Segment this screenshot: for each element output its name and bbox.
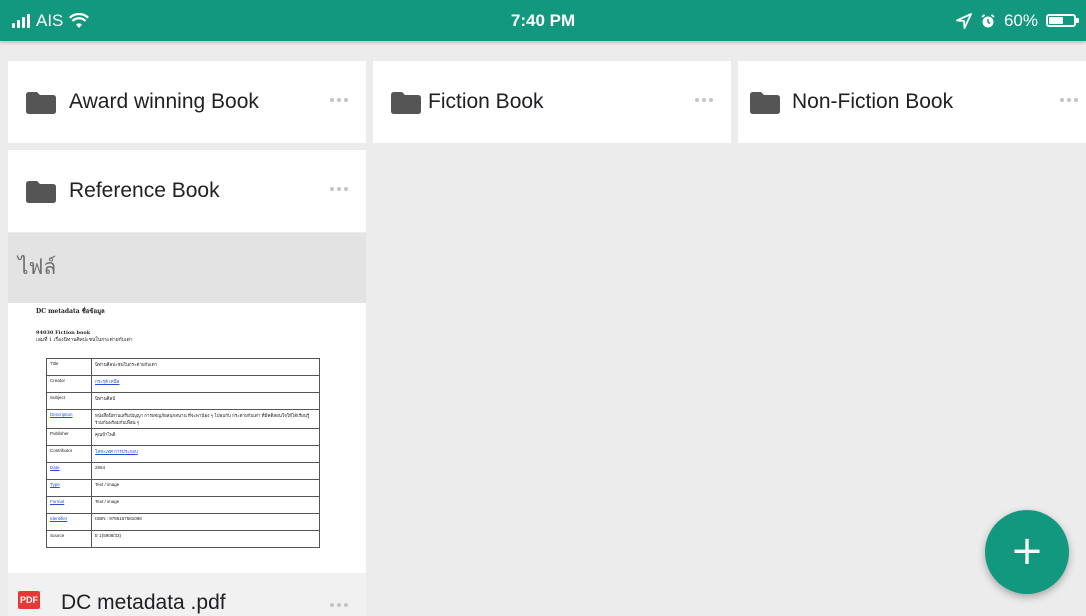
preview-row-value: 2554 [91, 462, 320, 480]
preview-row-key: Subject [46, 392, 92, 410]
preview-row-value: คุณป้าไพลิ [91, 428, 320, 446]
alarm-icon [981, 13, 995, 27]
file-name: DC metadata .pdf [61, 591, 226, 614]
preview-row-value: นิทานศิลป์ [91, 392, 320, 410]
preview-row-value: E 1(5908/33) [91, 530, 320, 548]
folder-label: Reference Book [69, 179, 220, 202]
preview-row: Description หนังสือนิทานเสริมปัญญา การผจญ… [46, 409, 320, 429]
folder-icon [391, 92, 421, 114]
plus-icon: + [1010, 528, 1044, 574]
folder-card-non-fiction[interactable]: Non-Fiction Book [738, 61, 1086, 143]
status-time: 7:40 PM [510, 11, 576, 30]
folder-label: Fiction Book [428, 90, 544, 113]
preview-row-key: Format [46, 496, 92, 514]
folder-label: Award winning Book [69, 90, 259, 113]
preview-row: Source E 1(5908/33) [46, 530, 320, 548]
preview-row-key: Type [46, 479, 92, 497]
more-options-icon[interactable] [695, 98, 713, 102]
pdf-icon: PDF [18, 591, 40, 609]
preview-row-key: Title [46, 358, 92, 376]
more-options-icon[interactable] [330, 603, 348, 607]
preview-row: Date 2554 [46, 462, 320, 480]
preview-row-key: Description [46, 409, 92, 429]
status-bar: AIS 7:40 PM 60% [0, 0, 1086, 41]
preview-row-value: Text / image [91, 479, 320, 497]
battery-icon [1046, 14, 1079, 27]
preview-row-value: กระรุต้ เหนือ [91, 375, 320, 393]
preview-row-key: Publisher [46, 428, 92, 446]
folder-card-reference[interactable]: Reference Book [8, 150, 366, 232]
folder-card-fiction[interactable]: Fiction Book [373, 61, 731, 143]
file-thumbnail: DC metadata ชื่อข้อมูล 94030 Fiction boo… [8, 303, 366, 573]
folder-icon [750, 92, 780, 114]
folder-icon [26, 92, 56, 114]
preview-row-value: นิทานศิลปะชนในกระต่ายกับเต่า [91, 358, 320, 376]
preview-row-value: Text / image [91, 496, 320, 514]
preview-row: Creator กระรุต้ เหนือ [46, 375, 320, 393]
preview-row: Type Text / image [46, 479, 320, 497]
folder-label: Non-Fiction Book [792, 90, 954, 113]
file-footer: PDF DC metadata .pdf [8, 573, 366, 616]
files-section-title: ไฟล์ [18, 256, 57, 279]
document-preview: DC metadata ชื่อข้อมูล 94030 Fiction boo… [36, 306, 356, 354]
preview-row: Subject นิทานศิลป์ [46, 392, 320, 410]
preview-row-key: Identifier [46, 513, 92, 531]
status-right: 60% [956, 0, 1079, 41]
wifi-icon [69, 12, 90, 28]
signal-icon [12, 13, 30, 28]
preview-row: Contributor โลหะเทศ การประกอบ [46, 445, 320, 463]
preview-row-key: Source [46, 530, 92, 548]
more-options-icon[interactable] [330, 98, 348, 102]
preview-row: Title นิทานศิลปะชนในกระต่ายกับเต่า [46, 358, 320, 376]
preview-title: DC metadata ชื่อข้อมูล [36, 308, 105, 315]
preview-row-value: หนังสือนิทานเสริมปัญญา การผจญภัยสนุกสนาน… [91, 409, 320, 429]
files-section-header: ไฟล์ [8, 233, 366, 303]
folder-icon [26, 181, 56, 203]
more-options-icon[interactable] [330, 187, 348, 191]
location-arrow-icon [956, 12, 972, 29]
preview-row: Identifier ISBN : 9786167581088 [46, 513, 320, 531]
preview-row-key: Contributor [46, 445, 92, 463]
carrier-label: AIS [36, 10, 64, 30]
add-button[interactable]: + [985, 510, 1069, 594]
folder-card-award-winning[interactable]: Award winning Book [8, 61, 366, 143]
file-card-dc-metadata[interactable]: DC metadata ชื่อข้อมูล 94030 Fiction boo… [8, 303, 366, 616]
preview-table: Title นิทานศิลปะชนในกระต่ายกับเต่า Creator… [46, 358, 320, 548]
preview-row: Format Text / image [46, 496, 320, 514]
battery-fill [1049, 17, 1063, 24]
preview-row: Publisher คุณป้าไพลิ [46, 428, 320, 446]
preview-row-value: โลหะเทศ การประกอบ [91, 445, 320, 463]
status-left: AIS [12, 0, 90, 41]
preview-row-key: Creator [46, 375, 92, 393]
battery-percent: 60% [1003, 10, 1038, 30]
more-options-icon[interactable] [1060, 98, 1078, 102]
preview-row-key: Date [46, 462, 92, 480]
preview-subtitle-2: เล่มที่ 1 เรื่องนิทานศิลปะชนในกระต่ายกับ… [36, 337, 133, 343]
preview-row-value: ISBN : 9786167581088 [91, 513, 320, 531]
